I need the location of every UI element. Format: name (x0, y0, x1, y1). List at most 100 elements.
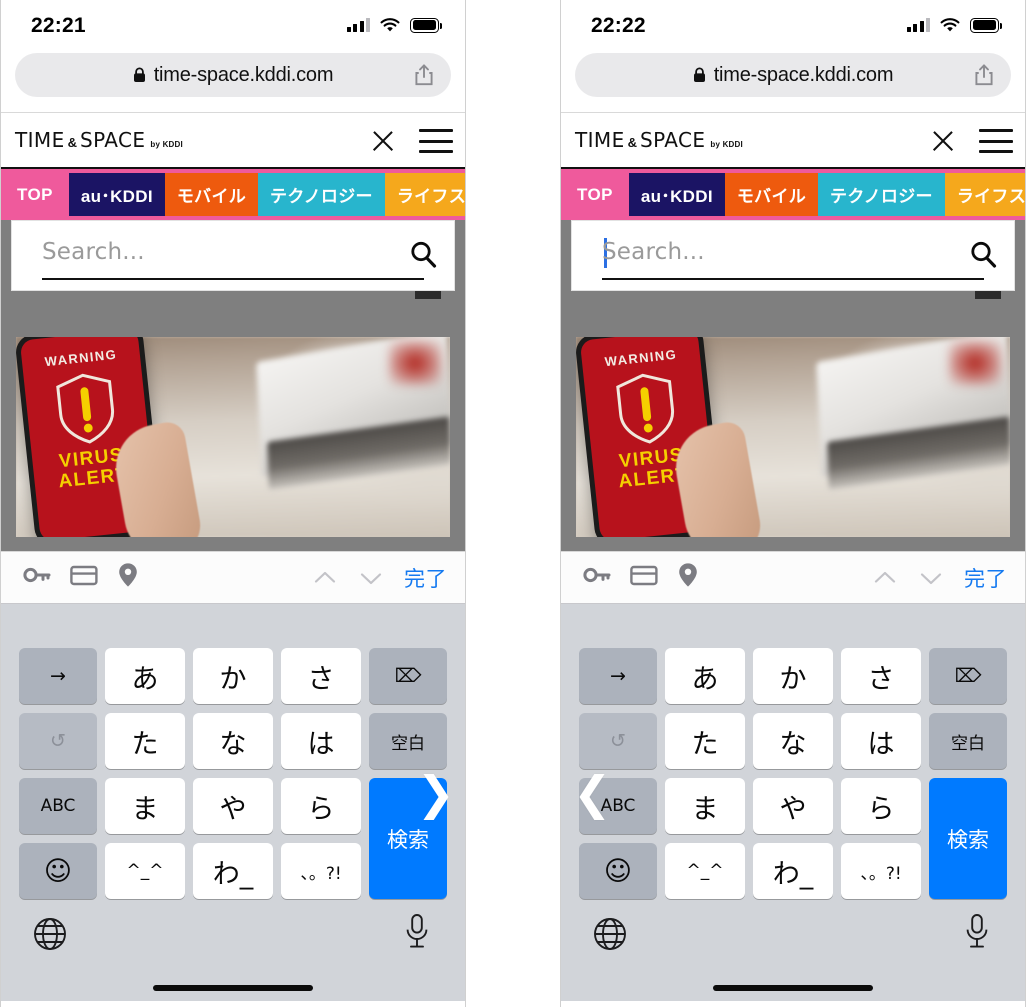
key-ra[interactable]: ら (841, 778, 921, 834)
key-arrow-right[interactable]: → (579, 648, 657, 704)
key-icon[interactable] (583, 565, 611, 590)
share-icon[interactable] (413, 63, 435, 92)
globe-icon[interactable] (593, 917, 627, 956)
key-emoji[interactable]: ☺ (579, 843, 657, 899)
key-na[interactable]: な (193, 713, 273, 769)
logo-text-space: SPACE (80, 128, 146, 152)
article-thumbnail[interactable]: WARNING VIRUS ALERT (576, 337, 1010, 537)
nav-tab-mobile[interactable]: モバイル (724, 173, 819, 216)
search-input[interactable]: Search... (602, 239, 705, 265)
key-arrow-right[interactable]: → (19, 648, 97, 704)
credit-card-icon[interactable] (630, 565, 658, 591)
shield-exclamation-icon (616, 373, 674, 444)
key-emoji[interactable]: ☺ (19, 843, 97, 899)
nav-tab-technology[interactable]: テクノロジー (818, 173, 945, 216)
key-delete[interactable]: ⌦ (929, 648, 1007, 704)
key-wa[interactable]: わ_ (753, 843, 833, 899)
key-ma[interactable]: ま (665, 778, 745, 834)
nav-tab-lifestyle[interactable]: ライフスタイ (944, 173, 1025, 216)
key-ha[interactable]: は (281, 713, 361, 769)
address-bar[interactable]: time-space.kddi.com (15, 53, 451, 97)
search-overlay-panel: Search... (571, 220, 1015, 291)
globe-icon[interactable] (33, 917, 67, 956)
map-pin-icon[interactable] (677, 562, 699, 593)
key-a[interactable]: あ (105, 648, 185, 704)
chevron-right-icon[interactable]: ❯ (416, 770, 455, 816)
nav-tab-top[interactable]: TOP (561, 169, 629, 220)
nav-tab-lifestyle[interactable]: ライフスタイ (384, 173, 465, 216)
site-logo[interactable]: TIME & SPACE by KDDI (575, 128, 743, 152)
nav-tab-top[interactable]: TOP (1, 169, 69, 220)
page-content-dimmed: Search... WARNING VIRUS ALERT (561, 220, 1025, 551)
chevron-up-icon[interactable] (312, 565, 338, 591)
search-field-row[interactable]: Search... (572, 221, 1014, 292)
search-input[interactable]: Search... (42, 239, 145, 265)
home-indicator[interactable] (153, 985, 313, 991)
key-ha[interactable]: は (841, 713, 921, 769)
key-ya[interactable]: や (753, 778, 833, 834)
address-bar-content: time-space.kddi.com (133, 64, 333, 87)
category-nav: TOP au･KDDI モバイル テクノロジー ライフスタイ (561, 169, 1025, 220)
key-ka[interactable]: か (753, 648, 833, 704)
map-pin-icon[interactable] (117, 562, 139, 593)
nav-tab-au-kddi[interactable]: au･KDDI (68, 173, 165, 216)
logo-text-amp: & (627, 135, 637, 150)
key-punctuation[interactable]: 、。?! (841, 843, 921, 899)
key-undo[interactable]: ↺ (19, 713, 97, 769)
article-thumbnail[interactable]: WARNING VIRUS ALERT (16, 337, 450, 537)
key-ta[interactable]: た (665, 713, 745, 769)
site-logo[interactable]: TIME & SPACE by KDDI (15, 128, 183, 152)
key-delete[interactable]: ⌦ (369, 648, 447, 704)
microphone-icon[interactable] (963, 913, 991, 956)
key-ta[interactable]: た (105, 713, 185, 769)
key-sa[interactable]: さ (841, 648, 921, 704)
chevron-up-icon[interactable] (872, 565, 898, 591)
key-punctuation[interactable]: 、。?! (281, 843, 361, 899)
key-ya[interactable]: や (193, 778, 273, 834)
close-icon[interactable] (929, 127, 957, 155)
key-undo[interactable]: ↺ (579, 713, 657, 769)
credit-card-icon[interactable] (70, 565, 98, 591)
nav-tab-mobile[interactable]: モバイル (164, 173, 259, 216)
key-wa[interactable]: わ_ (193, 843, 273, 899)
key-space[interactable]: 空白 (929, 713, 1007, 769)
header-actions (369, 113, 453, 169)
nav-tab-technology[interactable]: テクノロジー (258, 173, 385, 216)
chevron-left-icon[interactable]: ❮ (573, 770, 612, 816)
address-bar[interactable]: time-space.kddi.com (575, 53, 1011, 97)
battery-full-icon (970, 17, 1003, 33)
search-field-row[interactable]: Search... (12, 221, 454, 292)
key-ma[interactable]: ま (105, 778, 185, 834)
home-indicator[interactable] (713, 985, 873, 991)
key-space[interactable]: 空白 (369, 713, 447, 769)
key-a[interactable]: あ (665, 648, 745, 704)
hamburger-menu-icon[interactable] (419, 129, 453, 153)
keyboard-done-button[interactable]: 完了 (964, 563, 1007, 593)
key-search[interactable]: 検索 (929, 778, 1007, 899)
key-icon[interactable] (23, 565, 51, 590)
key-abc[interactable]: ABC (19, 778, 97, 834)
site-header: TIME & SPACE by KDDI (1, 113, 465, 169)
key-kaomoji[interactable]: ^_^ (665, 843, 745, 899)
chevron-down-icon[interactable] (918, 565, 944, 591)
background-red-blur (389, 341, 442, 385)
magnifier-icon[interactable] (968, 239, 998, 274)
key-ra[interactable]: ら (281, 778, 361, 834)
search-overlay-panel: Search... (11, 220, 455, 291)
background-red-blur (949, 341, 1002, 385)
kana-keyboard: → あ か さ ⌦ ↺ た な は 空白 ABC ま や ら 検索 ☺ ^_^ … (1, 604, 465, 1001)
nav-tab-au-kddi[interactable]: au･KDDI (628, 173, 725, 216)
keyboard-done-button[interactable]: 完了 (404, 563, 447, 593)
hamburger-menu-icon[interactable] (979, 129, 1013, 153)
share-icon[interactable] (973, 63, 995, 92)
microphone-icon[interactable] (403, 913, 431, 956)
close-icon[interactable] (369, 127, 397, 155)
alert-warning-text: WARNING (603, 346, 678, 370)
search-input-underline (42, 277, 424, 280)
key-ka[interactable]: か (193, 648, 273, 704)
magnifier-icon[interactable] (408, 239, 438, 274)
key-na[interactable]: な (753, 713, 833, 769)
key-kaomoji[interactable]: ^_^ (105, 843, 185, 899)
key-sa[interactable]: さ (281, 648, 361, 704)
chevron-down-icon[interactable] (358, 565, 384, 591)
